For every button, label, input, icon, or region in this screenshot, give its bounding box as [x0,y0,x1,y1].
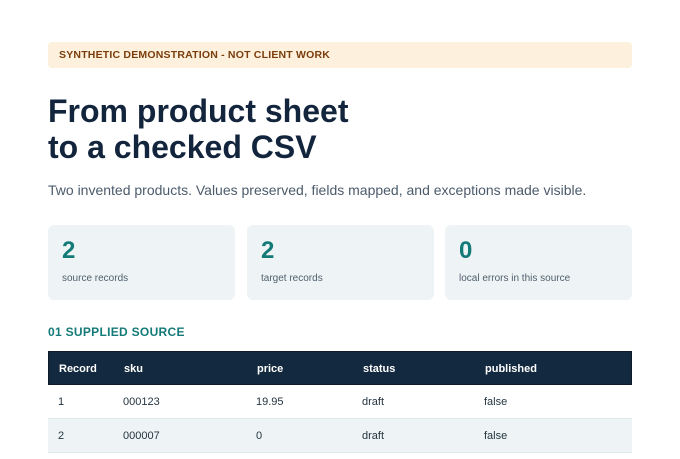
column-header-record: Record [59,363,97,375]
page-title: From product sheet to a checked CSV [48,93,632,165]
cell-record: 1 [58,396,65,408]
cell-price: 19.95 [256,396,284,408]
stats-row: 2 source records 2 target records 0 loca… [48,225,632,300]
cell-status: draft [362,396,385,408]
column-header-price: price [257,363,284,375]
table-row: 2 000007 0 draft false [48,419,632,453]
cell-published: false [484,430,508,442]
page-title-line-2: to a checked CSV [48,129,317,165]
column-header-status: status [363,363,396,375]
stat-card-local-errors: 0 local errors in this source [445,225,632,300]
cell-sku: 000007 [123,430,160,442]
stat-label: local errors in this source [459,273,571,284]
column-header-published: published [485,363,537,375]
cell-price: 0 [256,430,263,442]
column-header-sku: sku [124,363,143,375]
stat-card-target-records: 2 target records [247,225,434,300]
demo-banner: SYNTHETIC DEMONSTRATION - NOT CLIENT WOR… [48,42,632,68]
page-subtitle: Two invented products. Values preserved,… [48,182,587,198]
cell-status: draft [362,430,385,442]
cell-sku: 000123 [123,396,160,408]
stat-value: 2 [261,237,275,264]
stat-card-source-records: 2 source records [48,225,235,300]
cell-record: 2 [58,430,65,442]
table-header: Record sku price status published [48,351,632,385]
cell-published: false [484,396,508,408]
stat-value: 2 [62,237,76,264]
page-title-line-1: From product sheet [48,93,349,129]
stat-label: target records [261,273,323,284]
source-table: Record sku price status published 1 0001… [48,351,632,453]
section-heading-supplied-source: 01 SUPPLIED SOURCE [48,325,185,339]
stat-value: 0 [459,237,473,264]
stat-label: source records [62,273,129,284]
table-row: 1 000123 19.95 draft false [48,385,632,419]
